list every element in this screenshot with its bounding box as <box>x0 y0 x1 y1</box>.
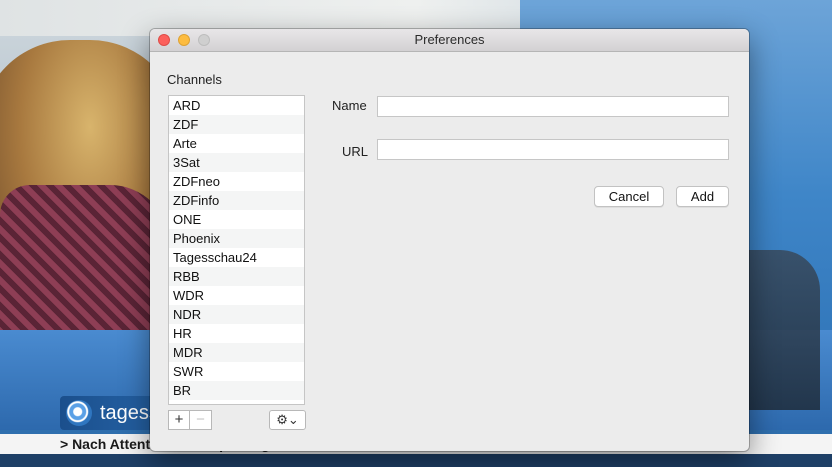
channel-list-item[interactable]: ZDF <box>169 115 304 134</box>
channel-list-item[interactable]: HR <box>169 324 304 343</box>
channel-list[interactable]: ARD ZDF Arte 3Sat ZDFneo ZDFinfo ONE Phoenix Tag… <box>168 95 305 405</box>
name-field[interactable] <box>377 96 729 117</box>
url-field[interactable] <box>377 139 729 160</box>
gear-icon: ⚙︎⌄ <box>276 412 299 427</box>
name-label: Name <box>332 98 367 113</box>
channel-list-item[interactable]: MDR <box>169 343 304 362</box>
cancel-button[interactable]: Cancel <box>594 186 664 207</box>
add-button[interactable]: Add <box>676 186 729 207</box>
channel-list-item[interactable]: Arte <box>169 134 304 153</box>
channel-list-item[interactable]: ZDFinfo <box>169 191 304 210</box>
channel-list-item[interactable]: 3Sat <box>169 153 304 172</box>
channel-list-item[interactable]: ARD <box>169 96 304 115</box>
bottom-bar <box>0 454 832 467</box>
url-label: URL <box>342 144 369 159</box>
channels-label: Channels <box>167 72 222 87</box>
gear-menu-button[interactable]: ⚙︎⌄ <box>269 410 306 430</box>
add-channel-button[interactable]: + <box>168 410 190 430</box>
channel-list-item[interactable]: ONE <box>169 210 304 229</box>
channel-list-item[interactable]: ZDFneo <box>169 172 304 191</box>
title-bar[interactable]: Preferences <box>150 29 749 52</box>
preferences-window: Preferences Channels ARD ZDF Arte 3Sat ZDFne… <box>150 29 749 451</box>
channel-list-item[interactable]: Phoenix <box>169 229 304 248</box>
presenter-shirt <box>0 185 170 335</box>
channel-list-item[interactable]: Tagesschau24 <box>169 248 304 267</box>
remove-channel-button: − <box>190 410 212 430</box>
channel-list-item[interactable]: WDR <box>169 286 304 305</box>
channel-list-item[interactable]: RBB <box>169 267 304 286</box>
channel-list-item[interactable]: NDR <box>169 305 304 324</box>
window-title: Preferences <box>414 32 485 47</box>
channel-list-item[interactable]: BR <box>169 381 304 400</box>
channel-list-item[interactable]: SWR <box>169 362 304 381</box>
logo-mark-icon <box>66 400 92 426</box>
